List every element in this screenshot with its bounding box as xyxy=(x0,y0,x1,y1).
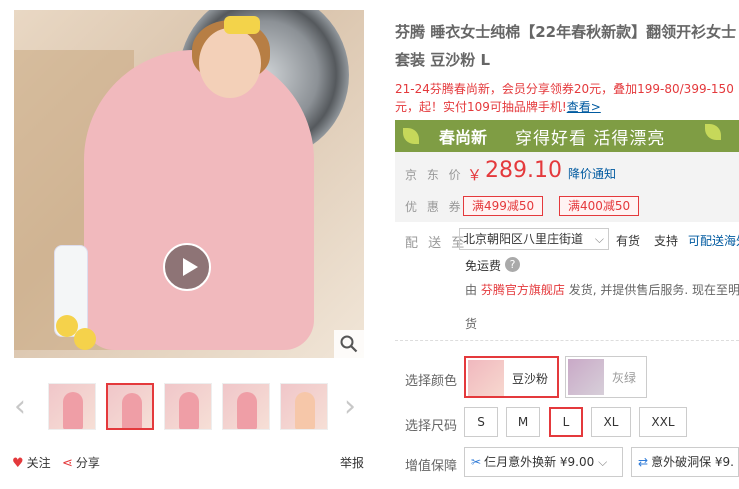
share-label: 分享 xyxy=(75,456,100,470)
color-option[interactable]: 灰绿 xyxy=(565,356,647,398)
thumbnail-item[interactable] xyxy=(222,383,270,430)
magnifier-icon xyxy=(340,335,358,353)
color-swatch xyxy=(468,360,504,396)
seller-prefix: 由 xyxy=(465,283,478,297)
thumbnail-next-arrow-icon[interactable]: › xyxy=(344,392,360,422)
promo-link[interactable]: 查看> xyxy=(567,100,601,114)
stock-status: 有货 xyxy=(616,234,641,248)
size-option[interactable]: M xyxy=(506,407,540,437)
support-label: 支持 xyxy=(654,234,679,248)
thumbnail-item[interactable] xyxy=(48,383,96,430)
banner-slogan: 穿得好看 活得漂亮 xyxy=(515,129,666,149)
warranty-label: 增值保障 xyxy=(405,459,458,474)
overseas-delivery-link[interactable]: 可配送海外 xyxy=(688,232,739,249)
price-panel: 京 东 价 ￥ 289.10 降价通知 优 惠 券 满499减50 满400减5… xyxy=(395,152,739,222)
color-label: 选择颜色 xyxy=(405,374,458,389)
size-label: 选择尺码 xyxy=(405,419,458,434)
leaf-icon xyxy=(705,124,721,140)
chevron-down-icon: ⌵ xyxy=(594,232,604,246)
tools-icon: ✂ xyxy=(471,455,482,469)
thumbnail-item[interactable] xyxy=(280,383,328,430)
lemon-decor xyxy=(74,328,96,350)
coupon-tag[interactable]: 满499减50 xyxy=(463,196,544,216)
coupon-label: 优 惠 券 xyxy=(405,200,464,214)
size-option[interactable]: XXL xyxy=(639,407,687,437)
color-option-selected[interactable]: 豆沙粉 xyxy=(464,356,559,398)
size-option-selected[interactable]: L xyxy=(549,407,583,437)
price-drop-notify-link[interactable]: 降价通知 xyxy=(568,165,616,182)
leaf-icon xyxy=(403,128,419,144)
share-button[interactable]: ⋖ 分享 xyxy=(62,454,100,471)
color-swatch xyxy=(568,359,604,395)
hair-bow xyxy=(224,16,260,34)
seller-info: 由 芬腾官方旗舰店 发货, 并提供售后服务. 现在至明 xyxy=(465,281,739,298)
chevron-down-icon: ⌵ xyxy=(598,455,608,469)
promo-banner[interactable]: 春尚新 穿得好看 活得漂亮 xyxy=(395,120,739,152)
color-option-label: 豆沙粉 xyxy=(512,372,549,386)
free-shipping-label: 免运费 xyxy=(465,259,502,273)
zoom-button[interactable] xyxy=(334,330,364,358)
seller-info-continued: 货 xyxy=(465,317,478,331)
seller-store-link[interactable]: 芬腾官方旗舰店 xyxy=(481,283,565,297)
model-face xyxy=(199,28,261,98)
share-icon: ⋖ xyxy=(62,456,73,471)
report-link[interactable]: 举报 xyxy=(340,454,364,471)
warranty-option-label: 意外破洞保 ¥9. xyxy=(651,455,734,469)
product-title: 芬腾 睡衣女士纯棉【22年春秋新款】翻领开衫女士套装 豆沙粉 L xyxy=(395,23,737,69)
favorite-button[interactable]: ♥ 关注 xyxy=(12,454,51,471)
main-product-image[interactable] xyxy=(14,10,364,358)
price-currency: ￥ xyxy=(467,166,483,184)
warranty-option[interactable]: ✂ 仨月意外换新 ¥9.00 ⌵ xyxy=(464,447,623,477)
color-option-label: 灰绿 xyxy=(612,371,637,385)
banner-logo: 春尚新 xyxy=(439,128,488,147)
refresh-icon: ⇄ xyxy=(638,455,649,469)
coupon-tag[interactable]: 满400减50 xyxy=(559,196,640,216)
heart-icon: ♥ xyxy=(12,456,24,471)
ship-to-label: 配 送 至 xyxy=(405,236,468,251)
price-label: 京 东 价 xyxy=(405,168,464,182)
section-divider xyxy=(395,340,739,341)
seller-suffix: 发货, 并提供售后服务. 现在至明 xyxy=(568,283,739,297)
thumbnail-prev-arrow-icon[interactable]: ‹ xyxy=(14,392,30,422)
help-icon[interactable]: ? xyxy=(505,257,520,272)
promo-text: 21-24芬腾春尚新，会员分享领券20元，叠加199-80/399-150元，起… xyxy=(395,80,739,116)
thumbnail-item-selected[interactable] xyxy=(106,383,154,430)
size-option[interactable]: S xyxy=(464,407,498,437)
price-value: 289.10 xyxy=(485,158,562,183)
address-select[interactable]: 北京朝阳区八里庄街道 ⌵ xyxy=(459,228,609,250)
favorite-label: 关注 xyxy=(26,456,51,470)
promo-message: 21-24芬腾春尚新，会员分享领券20元，叠加199-80/399-150元，起… xyxy=(395,82,734,114)
play-video-button[interactable] xyxy=(163,243,211,291)
warranty-option-label: 仨月意外换新 ¥9.00 xyxy=(484,455,595,469)
model-figure xyxy=(84,50,314,350)
thumbnail-item[interactable] xyxy=(164,383,212,430)
address-value: 北京朝阳区八里庄街道 xyxy=(463,232,584,246)
size-option[interactable]: XL xyxy=(591,407,631,437)
warranty-option[interactable]: ⇄ 意外破洞保 ¥9. xyxy=(631,447,739,477)
